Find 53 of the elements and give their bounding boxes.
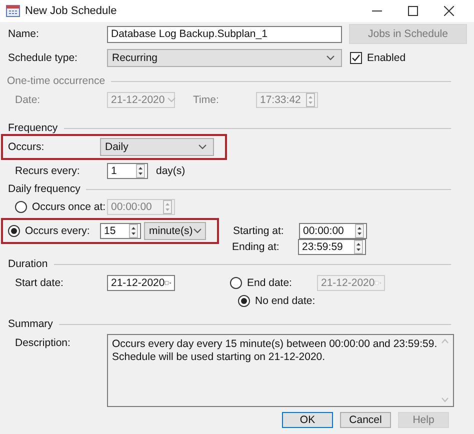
dialog-button[interactable]: OK [282,412,333,428]
recurs-every-field[interactable]: 1 [107,163,148,179]
radio-button[interactable] [230,277,242,289]
radio-label: Occurs once at: [32,201,106,213]
spin-arrows-icon[interactable] [355,224,364,238]
occurs-dropdown[interactable]: Daily [100,138,214,156]
spin-arrows-icon[interactable] [136,164,145,178]
field-label: Schedule type: [8,52,78,64]
calendar-icon [6,5,20,17]
window-title: New Job Schedule [25,5,118,17]
group-title: Summary [8,318,53,330]
interval-field[interactable]: 15 [100,222,141,238]
spin-arrows-icon[interactable] [129,224,138,238]
name-field[interactable]: Database Log Backup.Subplan_1 [107,26,342,42]
unit-label: day(s) [156,165,186,177]
field-label: Name: [8,28,40,40]
group-title: Frequency [8,122,58,134]
spin-arrows-icon[interactable] [354,240,363,254]
radio-label: End date: [247,277,292,289]
start-time-field[interactable]: 00:00:00 [299,222,367,238]
chevron-down-icon [326,55,335,61]
end-time-field[interactable]: 23:59:59 [298,239,366,255]
field-label: Date: [15,94,42,106]
radio-label: No end date: [255,295,316,307]
chevron-down-icon [166,97,176,103]
field-label: Recurs every: [15,165,81,177]
minimize-icon[interactable] [372,10,382,12]
group-title: One-time occurrence [7,75,106,87]
radio-button[interactable] [15,201,27,213]
radio-label: Occurs every: [25,224,90,236]
group-title: Daily frequency [8,183,80,195]
unit-dropdown[interactable]: minute(s) [144,222,206,240]
field-label: Starting at: [233,224,285,236]
chevron-down-icon [198,144,207,150]
field-label: Time: [193,94,220,106]
radio-button[interactable] [8,224,20,236]
start-date-field[interactable]: 21-12-2020 [107,275,175,291]
radio-button[interactable] [238,295,250,307]
checkbox[interactable] [350,52,362,64]
group-title: Duration [8,258,48,270]
field-label: Ending at: [232,241,280,253]
maximize-icon[interactable] [408,6,418,16]
calendar-dropdown-icon[interactable] [164,278,171,288]
field-label: Start date: [15,277,64,289]
close-icon[interactable] [444,6,454,16]
checkbox-label: Enabled [367,52,406,64]
end-date-field[interactable]: 21-12-2020 [317,275,385,291]
schedule-type-dropdown[interactable]: Recurring [107,49,342,67]
chevron-down-icon [192,228,202,234]
time-field[interactable]: 00:00:00 [107,199,175,215]
dialog-button[interactable]: Cancel [340,412,391,428]
field-label: Description: [15,336,72,351]
field-label: Occurs: [8,141,46,153]
